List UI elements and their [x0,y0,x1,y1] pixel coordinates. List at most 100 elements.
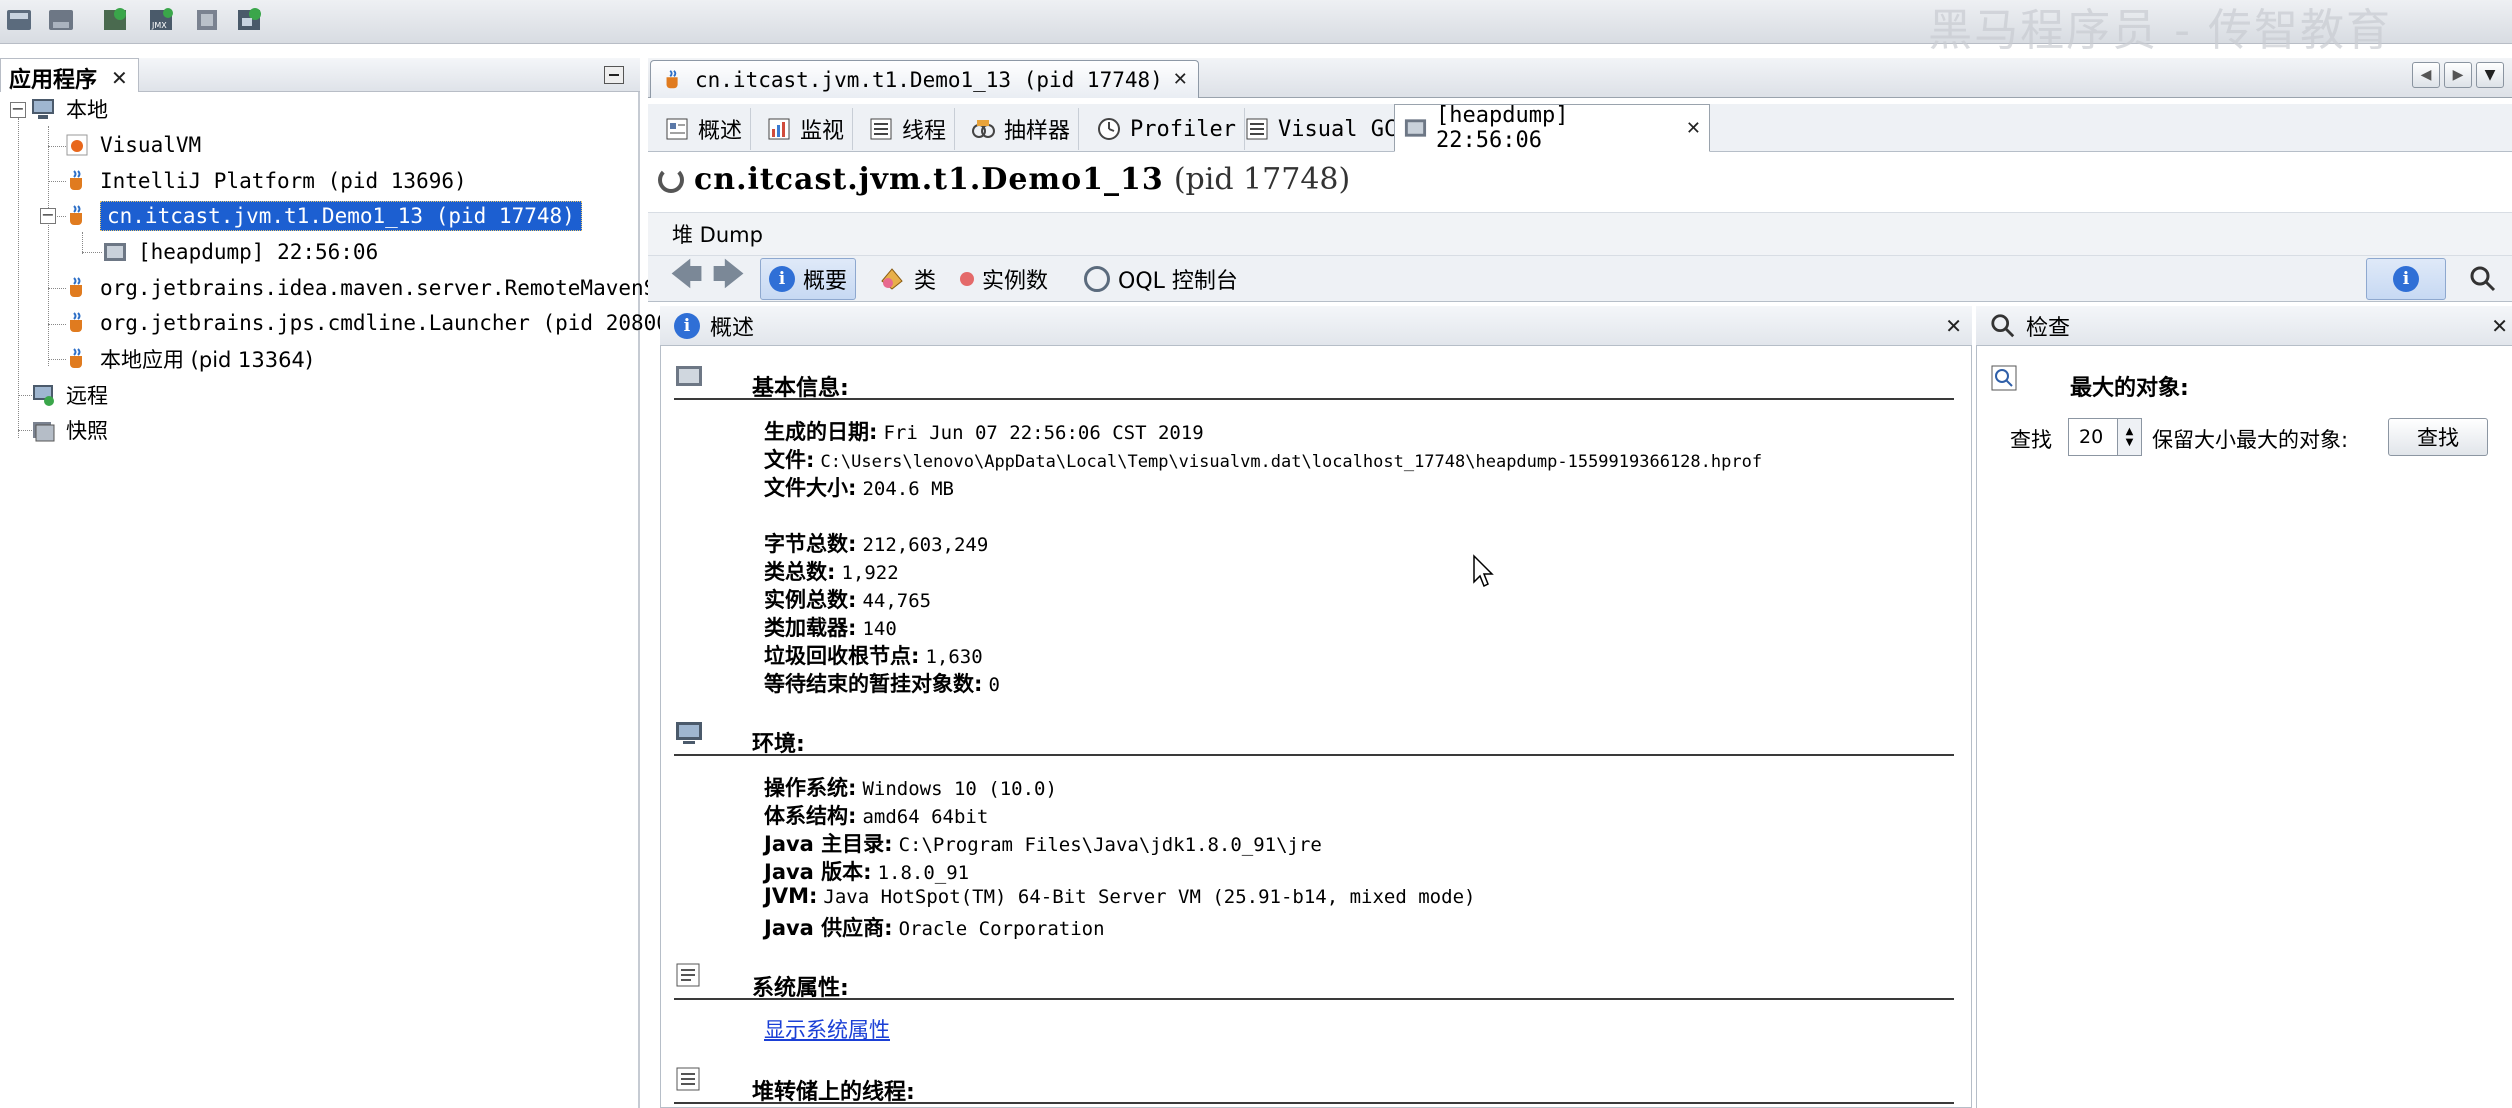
view-oql-label: OQL 控制台 [1118,269,1238,294]
tree-item-label: VisualVM [100,133,202,157]
overview-icon [666,118,688,140]
tree-item-intellij[interactable]: IntelliJ Platform (pid 13696) [64,164,467,198]
snapshots-icon [33,422,55,442]
tree-item-label: 远程 [66,384,108,408]
close-icon[interactable]: ✕ [2491,314,2508,338]
tab-threads[interactable]: 线程 [860,108,956,150]
tab-heapdump-label: [heapdump] 22:56:06 [1435,103,1569,153]
tab-visual-gc-label: Visual GC [1278,116,1398,142]
tab-heapdump[interactable]: [heapdump] 22:56:06 ✕ [1394,103,1710,153]
info-toggle-button[interactable]: i [2366,258,2446,300]
view-instances-label: 实例数 [982,269,1049,294]
save-icon[interactable] [46,4,78,36]
tree-item-snapshots[interactable]: 快照 [30,413,108,447]
search-button[interactable] [2458,258,2508,300]
view-oql-button[interactable]: OQL 控制台 [1076,258,1246,300]
minimize-panel-button[interactable] [604,66,624,84]
add-jmx-connection-icon[interactable]: JMX [146,4,178,36]
tree-item-heapdump[interactable]: [heapdump] 22:56:06 [102,235,378,269]
mouse-cursor-icon [1473,554,1494,588]
value: 212,603,249 [862,534,989,556]
tree-item-local[interactable]: 本地 [30,92,108,126]
view-summary-button[interactable]: i 概要 [760,258,857,300]
threads-icon [676,1067,700,1091]
tree-item-label: org.jetbrains.idea.maven.server.RemoteMa… [100,276,707,300]
value: C:\Program Files\Java\jdk1.8.0_91\jre [898,834,1322,856]
add-jmx-icon[interactable] [100,4,132,36]
tab-sampler[interactable]: 抽样器 [962,108,1080,150]
open-app-icon[interactable] [4,4,36,36]
tab-applications[interactable]: 应用程序 ✕ [0,58,139,93]
kv-jvm: JVM: Java HotSpot(TM) 64-Bit Server VM (… [764,884,1475,908]
tree-guide [82,232,83,254]
close-icon[interactable]: ✕ [1173,69,1188,90]
svg-text:JMX: JMX [151,21,167,30]
watermark: 黑马程序员 - 传智教育 [1928,5,2392,56]
label: Java 主目录: [764,832,893,856]
tab-sampler-label: 抽样器 [1004,119,1071,144]
computer-icon [32,99,54,119]
tree-item-maven[interactable]: org.jetbrains.idea.maven.server.RemoteMa… [64,271,707,305]
section-divider [674,998,1954,1000]
tab-profiler-label: Profiler [1130,116,1236,142]
kv-instances: 实例总数: 44,765 [764,584,931,614]
scroll-right-icon[interactable]: ▶ [2444,62,2472,88]
value: Oracle Corporation [898,918,1105,940]
tab-visual-gc[interactable]: Visual GC [1236,108,1407,150]
tab-monitor[interactable]: 监视 [758,108,854,150]
close-icon[interactable]: ✕ [1686,118,1701,139]
tree-item-jps[interactable]: org.jetbrains.jps.cmdline.Launcher (pid … [64,306,682,340]
tree-item-label: 快照 [66,419,108,443]
tab-list-dropdown-icon[interactable]: ▼ [2476,62,2504,88]
value: 140 [862,618,897,640]
heap-dump-icon [104,243,126,261]
tree-item-local-app[interactable]: 本地应用 (pid 13364) [64,342,313,376]
scroll-left-icon[interactable]: ◀ [2412,62,2440,88]
snapshot-icon[interactable] [192,4,224,36]
collapse-demo-toggle[interactable]: − [40,207,56,224]
tree-item-label: cn.itcast.jvm.t1.Demo1_13 (pid 17748) [100,201,582,231]
tree-item-label: IntelliJ Platform (pid 13696) [100,169,467,193]
tab-threads-label: 线程 [902,119,947,144]
value: amd64 64bit [862,806,989,828]
arrow-left-icon: 🡄 [670,255,704,293]
close-icon[interactable]: ✕ [111,66,128,90]
forward-button[interactable]: 🡆 [704,255,753,300]
tree-item-remote[interactable]: 远程 [30,378,108,412]
collapse-local-toggle[interactable]: − [10,101,26,118]
heap-dump-band: 堆 Dump [648,212,2512,256]
close-icon[interactable]: ✕ [1945,314,1962,338]
tab-profiler[interactable]: Profiler [1088,108,1245,150]
heap-dump-icon [1404,119,1427,137]
label: Java 供应商: [764,916,893,940]
tree-item-visualvm[interactable]: VisualVM [64,128,201,162]
tab-demo-document[interactable]: cn.itcast.jvm.t1.Demo1_13 (pid 17748) ✕ [650,60,1199,98]
find-button[interactable]: 查找 [2388,418,2488,456]
view-classes-button[interactable]: 类 [870,258,944,300]
label: 文件大小: [764,476,857,500]
tree-item-label: 本地 [66,98,108,122]
kv-bytes: 字节总数: 212,603,249 [764,528,988,558]
value: 44,765 [862,590,932,612]
tree-guide [18,118,19,438]
stepper-arrows-icon[interactable]: ▲ ▼ [2117,419,2141,455]
tree-item-label: org.jetbrains.jps.cmdline.Launcher (pid … [100,311,682,335]
tree-guide [82,252,102,253]
loading-spinner-icon [658,166,684,193]
value: 1,630 [925,646,983,668]
heap-dump-band-label: 堆 Dump [672,223,763,247]
view-instances-button[interactable]: 实例数 [952,258,1056,300]
value: C:\Users\lenovo\AppData\Local\Temp\visua… [820,452,1763,472]
arrow-right-icon: 🡆 [712,255,746,293]
heap-dump-icon[interactable] [234,4,266,36]
label: 垃圾回收根节点: [764,644,920,668]
biggest-objects-count-stepper[interactable]: 20 ▲ ▼ [2068,418,2142,456]
search-icon [2470,266,2496,292]
main-toolbar: JMX 黑马程序员 - 传智教育 [0,0,2512,56]
show-system-properties-link[interactable]: 显示系统属性 [764,1014,890,1044]
find-label: 查找 [2010,428,2052,452]
tree-item-label: [heapdump] 22:56:06 [138,240,379,264]
tree-item-demo[interactable]: cn.itcast.jvm.t1.Demo1_13 (pid 17748) [64,199,582,233]
search-icon [1991,313,2015,337]
tab-overview[interactable]: 概述 [656,108,752,150]
